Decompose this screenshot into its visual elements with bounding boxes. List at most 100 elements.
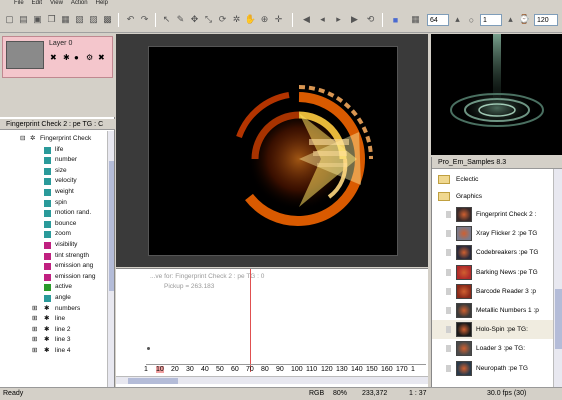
tree-group[interactable]: ⊞ ✱ line 4 bbox=[0, 346, 108, 357]
undo-icon[interactable]: ↶ bbox=[124, 13, 137, 26]
emitter-icon[interactable]: ● bbox=[74, 53, 79, 62]
timeline-graph[interactable]: ...ve for: Fingerprint Check 2 : pe TG :… bbox=[116, 268, 428, 387]
browser-item[interactable]: Fingerprint Check 2 : bbox=[432, 205, 554, 224]
browser-item[interactable]: Xray Flicker 2 :pe TG bbox=[432, 224, 554, 243]
redo-icon[interactable]: ↷ bbox=[138, 13, 151, 26]
timeline-tick-label: 110 bbox=[306, 366, 318, 373]
go-end-icon[interactable]: ▶ bbox=[348, 13, 361, 26]
new-icon[interactable]: ▢ bbox=[3, 13, 16, 26]
tree-group[interactable]: ⊞ ✱ line bbox=[0, 314, 108, 325]
browser-item[interactable]: Loader 3 :pe TG: bbox=[432, 339, 554, 358]
particle-icon: ✱ bbox=[44, 325, 50, 333]
zoom-tool-icon[interactable]: ⊕ bbox=[258, 13, 271, 26]
menu-item-help[interactable]: Help bbox=[96, 0, 108, 9]
frames-icon[interactable]: ⌚ bbox=[518, 13, 531, 26]
export-icon[interactable]: ▨ bbox=[87, 13, 100, 26]
tree-item[interactable]: emission rang bbox=[0, 272, 108, 283]
frames-input[interactable] bbox=[534, 14, 558, 26]
browser-folder[interactable]: Eclectic bbox=[432, 171, 554, 188]
param-color-icon bbox=[44, 188, 51, 196]
tree-item[interactable]: zoom bbox=[0, 229, 108, 240]
browser-item-label: Barking News :pe TG bbox=[476, 268, 538, 276]
grid-icon[interactable]: ▦ bbox=[409, 13, 422, 26]
menu-item-view[interactable]: View bbox=[50, 0, 63, 9]
color-icon[interactable]: ■ bbox=[389, 13, 402, 26]
scale-input[interactable] bbox=[480, 14, 502, 26]
browser-item[interactable]: Neuropath :pe TG bbox=[432, 359, 554, 378]
lock-icon[interactable]: ✖ bbox=[98, 53, 105, 62]
tree-scrollbar[interactable] bbox=[107, 131, 114, 387]
tree-item[interactable]: number bbox=[0, 155, 108, 166]
tree-item[interactable]: tint strength bbox=[0, 251, 108, 262]
menu-item-edit[interactable]: Edit bbox=[32, 0, 42, 9]
file-icon bbox=[446, 345, 451, 353]
tree-group[interactable]: ⊞ ✱ numbers bbox=[0, 304, 108, 315]
collapse-icon[interactable]: ⊟ bbox=[20, 134, 25, 144]
scale-icon[interactable]: ○ bbox=[465, 13, 478, 26]
keyframe-marker[interactable] bbox=[147, 347, 150, 350]
spin-icon[interactable]: ▴ bbox=[451, 13, 464, 26]
browser-list: Eclectic Graphics Fingerprint Check 2 : Xra… bbox=[432, 171, 554, 378]
tree-item[interactable]: bounce bbox=[0, 219, 108, 230]
play-back-icon[interactable]: ◂ bbox=[316, 13, 329, 26]
time-cursor[interactable] bbox=[250, 269, 251, 372]
open-icon[interactable]: ▤ bbox=[17, 13, 30, 26]
settings-icon[interactable]: ✱ bbox=[63, 53, 70, 62]
tree-item[interactable]: weight bbox=[0, 187, 108, 198]
visibility-icon[interactable]: ✖ bbox=[50, 53, 57, 62]
move-tool-icon[interactable]: ✥ bbox=[188, 13, 201, 26]
menu-item-file[interactable]: File bbox=[14, 0, 24, 9]
select-tool-icon[interactable]: ↖ bbox=[160, 13, 173, 26]
timeline-scrollbar[interactable] bbox=[116, 376, 428, 384]
browser-item[interactable]: Holo-Spin :pe TG: bbox=[432, 320, 554, 340]
stage-canvas[interactable] bbox=[148, 46, 398, 256]
expand-icon[interactable]: ⊞ bbox=[32, 304, 37, 314]
width-input[interactable] bbox=[427, 14, 449, 26]
pan-tool-icon[interactable]: ✋ bbox=[244, 13, 257, 26]
tree-item[interactable]: spin bbox=[0, 198, 108, 209]
paste-icon[interactable]: ▦ bbox=[59, 13, 72, 26]
tree-item[interactable]: active bbox=[0, 282, 108, 293]
tree-group[interactable]: ⊞ ✱ line 3 bbox=[0, 335, 108, 346]
browser-scrollbar[interactable] bbox=[553, 169, 562, 387]
menu-item-action[interactable]: Action bbox=[71, 0, 88, 9]
rotate-tool-icon[interactable]: ⟳ bbox=[216, 13, 229, 26]
expand-icon[interactable]: ⊞ bbox=[32, 325, 37, 335]
tree-item[interactable]: angle bbox=[0, 293, 108, 304]
browser-item[interactable]: Codebreakers :pe TG bbox=[432, 243, 554, 262]
tree-item[interactable]: size bbox=[0, 166, 108, 177]
scale-tool-icon[interactable]: ⤡ bbox=[202, 13, 215, 26]
timeline-tick-label: 150 bbox=[366, 366, 378, 373]
copy-icon[interactable]: ❐ bbox=[45, 13, 58, 26]
expand-icon[interactable]: ⊞ bbox=[32, 346, 37, 356]
render-toggle-icon[interactable]: ⚙ bbox=[86, 53, 93, 62]
tree-item[interactable]: visibility bbox=[0, 240, 108, 251]
param-color-icon bbox=[44, 252, 51, 260]
import-icon[interactable]: ▧ bbox=[73, 13, 86, 26]
crosshair-tool-icon[interactable]: ✛ bbox=[272, 13, 285, 26]
play-icon[interactable]: ▸ bbox=[332, 13, 345, 26]
expand-icon[interactable]: ⊞ bbox=[32, 314, 37, 324]
tree-item[interactable]: velocity bbox=[0, 176, 108, 187]
browser-item[interactable]: Metallic Numbers 1 :p bbox=[432, 301, 554, 320]
expand-icon[interactable]: ⊞ bbox=[32, 335, 37, 345]
pen-tool-icon[interactable]: ✎ bbox=[174, 13, 187, 26]
tree-item[interactable]: life bbox=[0, 145, 108, 156]
tree-group[interactable]: ⊞ ✱ line 2 bbox=[0, 325, 108, 336]
tree-item[interactable]: emission ang bbox=[0, 261, 108, 272]
browser-folder[interactable]: Graphics bbox=[432, 188, 554, 205]
tree-root[interactable]: ⊟ ✲ Fingerprint Check bbox=[0, 134, 108, 145]
spin2-icon[interactable]: ▴ bbox=[504, 13, 517, 26]
tree-item[interactable]: motion rand. bbox=[0, 208, 108, 219]
file-icon bbox=[446, 306, 451, 314]
emitter-tool-icon[interactable]: ✲ bbox=[230, 13, 243, 26]
save-icon[interactable]: ▣ bbox=[31, 13, 44, 26]
browser-item[interactable]: Barcode Reader 3 :p bbox=[432, 282, 554, 301]
browser-item-label: Fingerprint Check 2 : bbox=[476, 211, 537, 218]
loop-icon[interactable]: ⟲ bbox=[364, 13, 377, 26]
browser-item[interactable]: Barking News :pe TG bbox=[432, 263, 554, 282]
layer-row[interactable]: Layer 0 ✖ ✱ ● ⚙ ✖ bbox=[2, 36, 113, 78]
file-icon bbox=[446, 287, 451, 295]
go-start-icon[interactable]: ◀ bbox=[300, 13, 313, 26]
render-icon[interactable]: ▩ bbox=[101, 13, 114, 26]
